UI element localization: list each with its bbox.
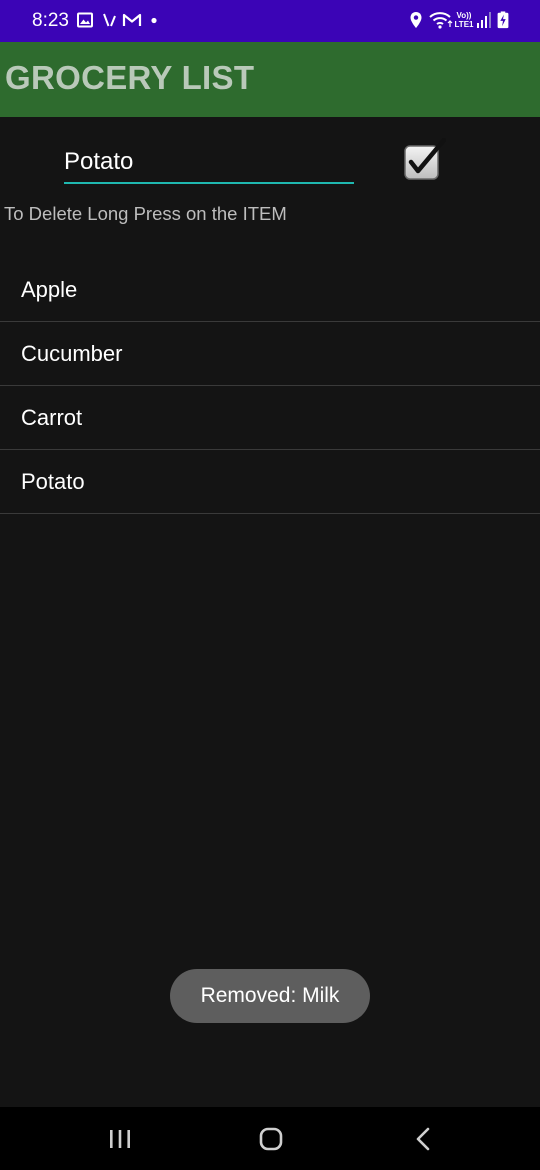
delete-hint: To Delete Long Press on the ITEM	[4, 203, 287, 224]
navigation-bar	[0, 1107, 540, 1170]
volte-icon: Vo)) LTE1	[454, 11, 474, 29]
vpn-slash-icon	[103, 13, 116, 27]
gmail-icon	[122, 13, 142, 26]
app-bar: GROCERY LIST	[0, 42, 540, 117]
location-icon	[410, 12, 422, 28]
gallery-icon	[77, 12, 93, 28]
list-item-label: Cucumber	[21, 341, 123, 366]
list-item-label: Carrot	[21, 405, 83, 430]
checkbox-checked-icon[interactable]	[404, 138, 446, 182]
wifi-icon	[429, 12, 453, 29]
status-bar: 8:23 Vo)) LTE1	[0, 0, 540, 42]
list-item-label: Potato	[21, 469, 85, 494]
app-title: GROCERY LIST	[5, 59, 255, 96]
grocery-list: Apple Cucumber Carrot Potato	[0, 258, 540, 514]
toast: Removed: Milk	[170, 969, 370, 1023]
recents-icon[interactable]	[100, 1123, 140, 1155]
list-item[interactable]: Carrot	[0, 386, 540, 450]
home-icon[interactable]	[251, 1123, 291, 1155]
list-item[interactable]: Potato	[0, 450, 540, 514]
toast-text: Removed: Milk	[200, 984, 340, 1007]
dot-icon	[151, 17, 157, 24]
status-time: 8:23	[32, 10, 69, 31]
battery-charging-icon	[497, 11, 509, 29]
back-icon[interactable]	[403, 1123, 443, 1155]
list-item-label: Apple	[21, 277, 78, 302]
list-item[interactable]: Apple	[0, 258, 540, 322]
screen: 8:23 Vo)) LTE1 GROCERY LIST Potato To De…	[0, 0, 540, 1170]
list-item[interactable]: Cucumber	[0, 322, 540, 386]
signal-icon	[477, 12, 491, 28]
item-input[interactable]	[64, 142, 354, 184]
